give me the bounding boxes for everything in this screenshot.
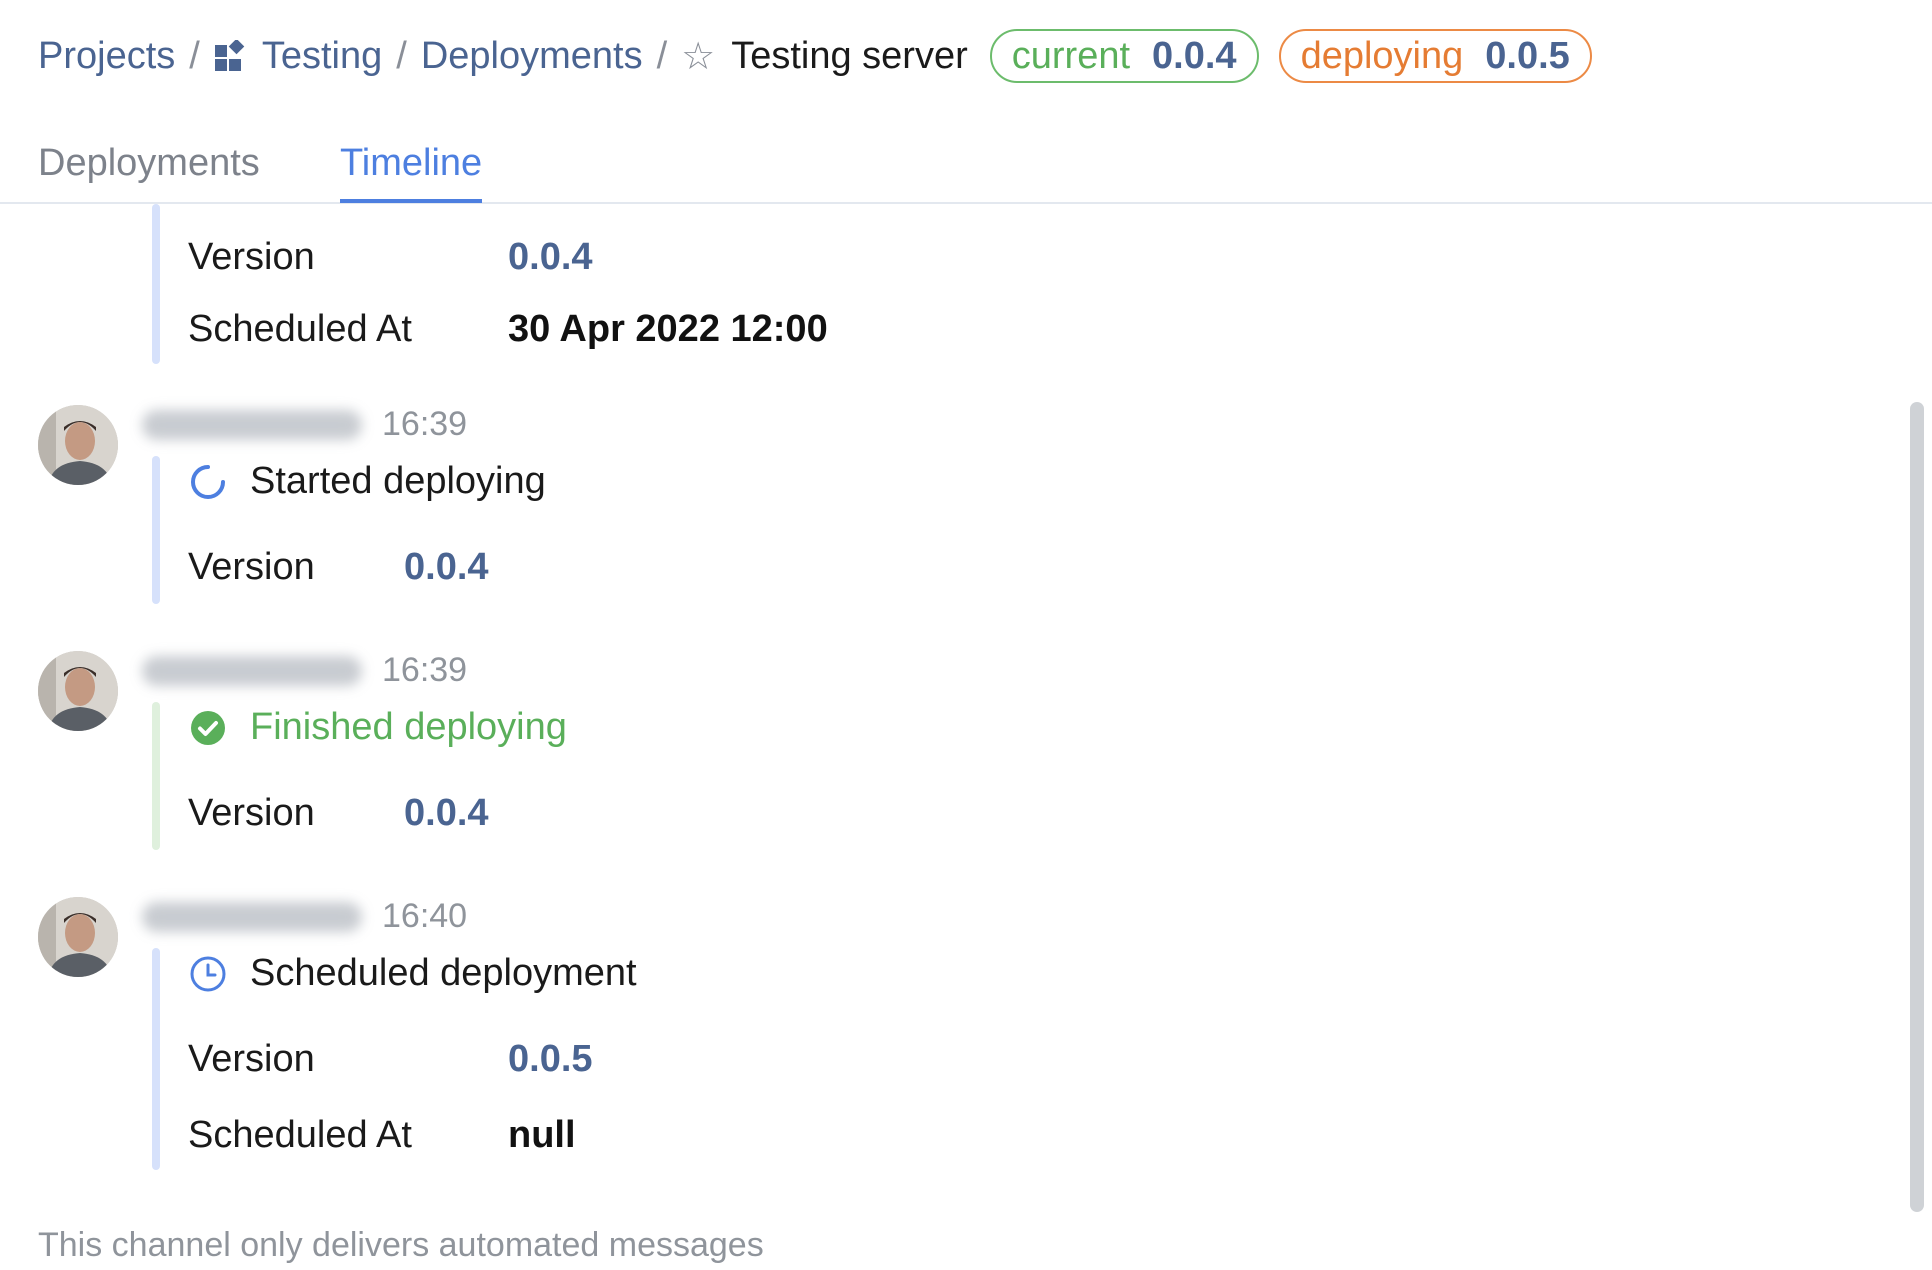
scheduled-at-value: 30 Apr 2022 12:00 xyxy=(508,308,828,350)
version-label: Version xyxy=(188,792,315,834)
event-rail xyxy=(152,456,160,604)
breadcrumb-project-link[interactable]: Testing xyxy=(262,35,382,78)
version-label: Version xyxy=(188,236,315,278)
check-circle-icon xyxy=(191,711,225,745)
event-title: Finished deploying xyxy=(250,706,567,748)
scrollbar[interactable] xyxy=(1910,402,1924,1212)
scheduled-at-value: null xyxy=(508,1114,576,1156)
tab-deployments[interactable]: Deployments xyxy=(38,142,260,185)
breadcrumb-separator: / xyxy=(189,34,200,77)
version-value: 0.0.5 xyxy=(508,1038,593,1080)
avatar[interactable] xyxy=(38,651,118,731)
channel-footer-note: This channel only delivers automated mes… xyxy=(38,1226,764,1264)
current-badge-label: current xyxy=(1011,34,1131,77)
tab-timeline[interactable]: Timeline xyxy=(340,142,483,203)
deploying-badge-label: deploying xyxy=(1300,34,1464,77)
scheduled-at-label: Scheduled At xyxy=(188,308,412,350)
breadcrumb-separator: / xyxy=(656,34,668,77)
spinner-icon xyxy=(191,465,225,499)
event-time: 16:40 xyxy=(382,897,468,935)
version-value: 0.0.4 xyxy=(404,792,489,834)
version-label: Version xyxy=(188,546,315,588)
event-rail xyxy=(152,702,160,850)
breadcrumb-separator: / xyxy=(396,34,407,77)
event-title: Started deploying xyxy=(250,460,546,502)
deploying-badge-version: 0.0.5 xyxy=(1485,34,1570,77)
event-title: Scheduled deployment xyxy=(250,952,637,994)
event-time: 16:39 xyxy=(382,651,468,689)
breadcrumb: Projects / Testing / Deployments / ☆ Tes… xyxy=(38,26,1592,86)
avatar[interactable] xyxy=(38,405,118,485)
user-avatar-icon xyxy=(38,897,118,977)
breadcrumb-current: Testing server xyxy=(731,34,968,77)
deploying-version-badge: deploying 0.0.5 xyxy=(1278,29,1592,83)
event-rail xyxy=(152,948,160,1170)
scheduled-at-label: Scheduled At xyxy=(188,1114,412,1156)
tab-bar: Deployments Timeline xyxy=(0,132,1932,204)
version-value: 0.0.4 xyxy=(404,546,489,588)
user-avatar-icon xyxy=(38,651,118,731)
current-badge-version: 0.0.4 xyxy=(1152,34,1237,77)
user-avatar-icon xyxy=(38,405,118,485)
event-rail xyxy=(152,204,160,364)
project-grid-icon xyxy=(214,40,245,71)
star-outline-icon[interactable]: ☆ xyxy=(681,34,715,79)
author-name-blurred xyxy=(142,902,362,932)
current-version-badge: current 0.0.4 xyxy=(989,29,1259,83)
author-name-blurred xyxy=(142,410,362,440)
version-value: 0.0.4 xyxy=(508,236,593,278)
version-label: Version xyxy=(188,1038,315,1080)
author-name-blurred xyxy=(142,656,362,686)
avatar[interactable] xyxy=(38,897,118,977)
breadcrumb-deployments-link[interactable]: Deployments xyxy=(421,35,643,78)
clock-icon xyxy=(190,956,226,992)
event-time: 16:39 xyxy=(382,405,468,443)
breadcrumb-projects-link[interactable]: Projects xyxy=(38,35,175,78)
